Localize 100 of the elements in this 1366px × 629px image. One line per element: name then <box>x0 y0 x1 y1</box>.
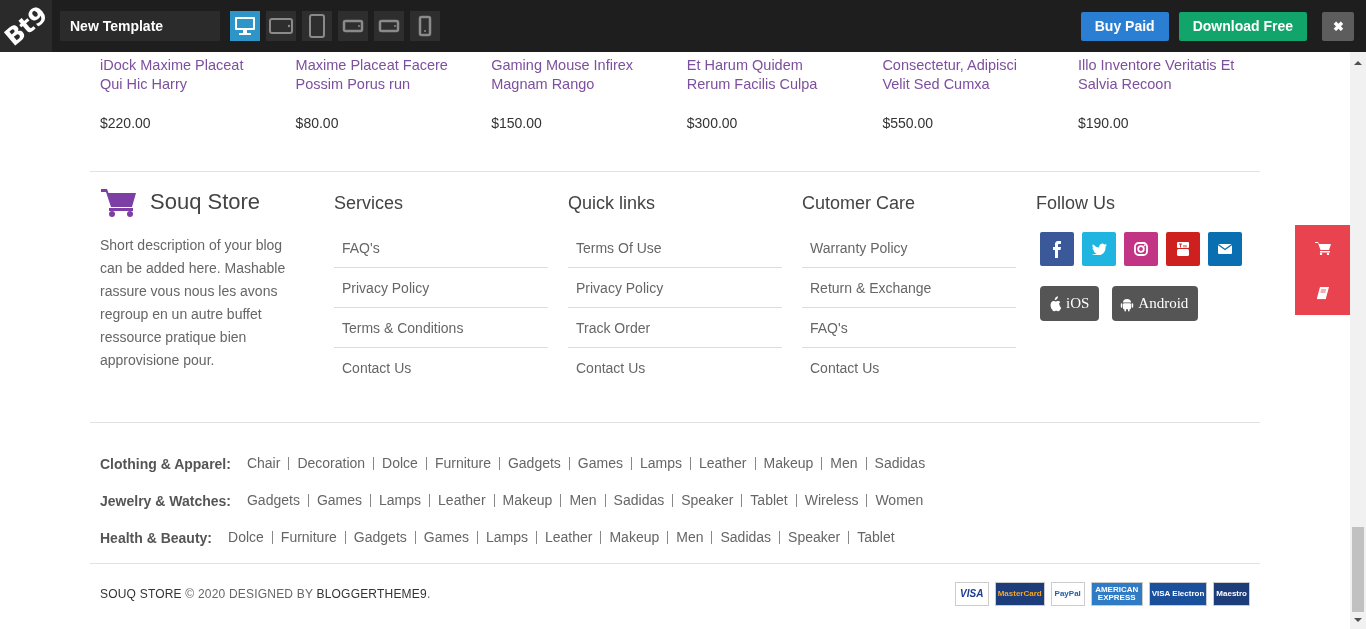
youtube-icon <box>1177 242 1189 256</box>
desktop-icon <box>233 14 257 38</box>
tag-link[interactable]: Speaker <box>779 531 849 544</box>
book-icon <box>1315 285 1330 300</box>
visa-electron-logo: VISA Electron <box>1148 582 1208 606</box>
footer-link[interactable]: Track Order <box>576 319 651 336</box>
cart-icon <box>1314 240 1331 255</box>
tag-link[interactable]: Furniture <box>271 531 345 544</box>
copyright-text: SOUQ STORE © 2020 DESIGNED BY BLOGGERTHEME9. <box>100 587 431 601</box>
tag-link[interactable]: Sadidas <box>604 494 673 507</box>
tag-link[interactable]: Makeup <box>493 494 561 507</box>
close-button[interactable]: ✖ <box>1322 11 1354 41</box>
tag-link[interactable]: Games <box>568 457 631 470</box>
tag-group-label: Clothing & Apparel: <box>100 455 231 472</box>
tag-link[interactable]: Chair <box>238 457 289 470</box>
product-price: $80.00 <box>295 115 339 131</box>
device-preview-button[interactable] <box>302 11 332 41</box>
footer-link[interactable]: Privacy Policy <box>576 279 664 296</box>
product-title[interactable]: Gaming Mouse Infirex Magnam Rango <box>491 56 634 94</box>
instagram-icon <box>1134 242 1148 256</box>
device-preview-button[interactable] <box>374 11 404 41</box>
device-preview-button[interactable] <box>338 11 368 41</box>
product-title[interactable]: Et Harum Quidem Rerum Facilis Culpa <box>686 56 818 94</box>
device-preview-button[interactable] <box>230 11 260 41</box>
tag-link[interactable]: Gadgets <box>344 531 415 544</box>
tag-link[interactable]: Dolce <box>220 531 272 544</box>
facebook-icon <box>1053 240 1061 258</box>
device-preview-button[interactable] <box>266 11 296 41</box>
tag-link[interactable]: Lamps <box>476 531 536 544</box>
paypal-logo: PayPal <box>1050 582 1085 606</box>
tag-link[interactable]: Men <box>667 531 712 544</box>
footer-link[interactable]: Terms & Conditions <box>342 319 464 336</box>
maestro-logo: Maestro <box>1213 582 1250 606</box>
column-heading: Quick links <box>568 192 656 215</box>
tag-link[interactable]: Leather <box>535 531 601 544</box>
tag-link[interactable]: Lamps <box>370 494 430 507</box>
tag-group-label: Jewelry & Watches: <box>100 492 231 509</box>
app-store-button[interactable]: Android <box>1112 286 1199 321</box>
footer-link[interactable]: Terms Of Use <box>576 239 662 256</box>
tag-group-label: Health & Beauty: <box>100 529 213 546</box>
footer-link[interactable]: Warranty Policy <box>810 239 908 256</box>
logo[interactable]: Bt9 <box>0 0 53 52</box>
footer-link[interactable]: Contact Us <box>810 359 880 376</box>
designer-link[interactable]: BLOGGERTHEME9 <box>316 587 427 601</box>
product-title[interactable]: Consectetur, Adipisci Velit Sed Cumxa <box>882 56 1017 94</box>
american-express-logo: AMERICAN EXPRESS <box>1090 582 1143 606</box>
tag-link[interactable]: Sadidas <box>711 531 780 544</box>
product-price: $300.00 <box>686 115 738 131</box>
tag-link[interactable]: Games <box>307 494 371 507</box>
tag-link[interactable]: Dolce <box>373 457 426 470</box>
footer-link[interactable]: Privacy Policy <box>342 279 430 296</box>
tag-link[interactable]: Men <box>560 494 605 507</box>
product-price: $190.00 <box>1077 115 1129 131</box>
footer-link[interactable]: FAQ's <box>342 239 380 256</box>
mastercard-logo: MasterCard <box>994 582 1045 606</box>
tag-link[interactable]: Tablet <box>741 494 796 507</box>
tag-link[interactable]: Tablet <box>848 531 903 544</box>
twitter-icon <box>1091 243 1107 255</box>
tag-link[interactable]: Men <box>821 457 866 470</box>
store-link[interactable]: SOUQ STORE <box>100 587 182 601</box>
tag-link[interactable]: Speaker <box>672 494 742 507</box>
tag-link[interactable]: Games <box>414 531 477 544</box>
tag-link[interactable]: Sadidas <box>865 457 934 470</box>
column-heading: Services <box>334 192 404 215</box>
tag-link[interactable]: Furniture <box>425 457 499 470</box>
tag-link[interactable]: Gadgets <box>239 494 308 507</box>
footer-link[interactable]: Return & Exchange <box>810 279 932 296</box>
tag-link[interactable]: Makeup <box>600 531 668 544</box>
tag-link[interactable]: Gadgets <box>498 457 569 470</box>
app-store-button[interactable]: iOS <box>1040 286 1100 321</box>
footer-link[interactable]: Contact Us <box>576 359 646 376</box>
download-button[interactable]: Download Free <box>1178 11 1307 41</box>
buy-button[interactable]: Buy Paid <box>1080 11 1169 41</box>
column-heading: Follow Us <box>1036 192 1115 215</box>
social-button[interactable] <box>1040 232 1074 266</box>
device-preview-button[interactable] <box>410 11 440 41</box>
product-title[interactable]: iDock Maxime Placeat Qui Hic Harry <box>100 56 244 94</box>
tag-link[interactable]: Makeup <box>754 457 822 470</box>
shopping-cart-icon <box>100 186 138 218</box>
tag-link[interactable]: Women <box>866 494 932 507</box>
tag-link[interactable]: Wireless <box>795 494 867 507</box>
social-button[interactable] <box>1124 232 1158 266</box>
product-title[interactable]: Illo Inventore Veritatis Et Salvia Recoon <box>1077 56 1235 94</box>
brand-description: Short description of your blog can be added here. Mashable rassure vous nous les avons regroup en un autre buffet ressource pratique bien approvisione pour. <box>100 236 287 370</box>
footer-link[interactable]: FAQ's <box>810 319 848 336</box>
tag-link[interactable]: Lamps <box>631 457 690 470</box>
envelope-icon <box>1218 244 1232 254</box>
template-name: New Template <box>60 11 220 41</box>
social-button[interactable] <box>1208 232 1242 266</box>
column-heading: Cutomer Care <box>802 192 916 215</box>
product-title[interactable]: Maxime Placeat Facere Possim Porus run <box>295 56 448 94</box>
tag-link[interactable]: Decoration <box>288 457 374 470</box>
tag-link[interactable]: Leather <box>690 457 755 470</box>
product-price: $150.00 <box>491 115 542 131</box>
social-button[interactable] <box>1166 232 1200 266</box>
product-price: $220.00 <box>100 115 151 131</box>
brand-name[interactable]: Souq Store <box>150 189 261 215</box>
tag-link[interactable]: Leather <box>429 494 494 507</box>
visa-logo: VISA <box>954 582 989 606</box>
footer-link[interactable]: Contact Us <box>342 359 412 376</box>
